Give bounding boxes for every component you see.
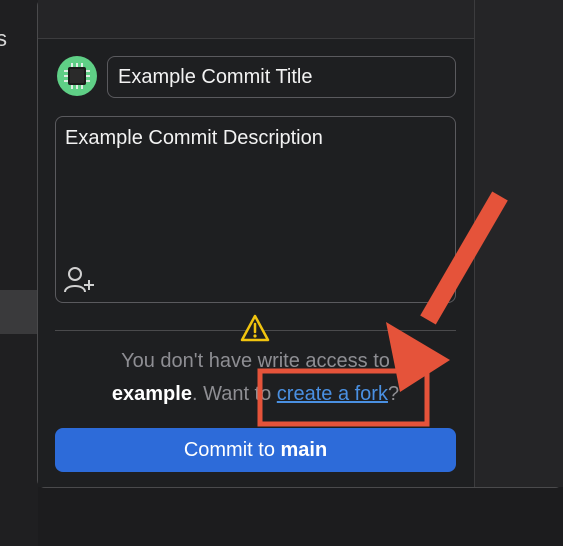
repository-name: example bbox=[111, 383, 192, 405]
fork-prompt-suffix: ? bbox=[387, 383, 400, 405]
commit-panel-side bbox=[474, 0, 563, 487]
commit-title-input[interactable]: Example Commit Title bbox=[107, 56, 456, 98]
commit-panel-header bbox=[38, 0, 474, 39]
create-fork-link[interactable]: create a fork bbox=[277, 383, 388, 405]
commit-button-label: Commit to bbox=[183, 439, 281, 461]
chip-avatar-icon bbox=[57, 56, 97, 96]
commit-button[interactable]: Commit to main bbox=[55, 428, 456, 472]
commit-button-branch: main bbox=[280, 439, 328, 461]
fork-prompt: example. Want to create a fork? bbox=[55, 383, 456, 406]
write-access-notice: You don't have write access to bbox=[121, 350, 390, 372]
background-left-pane bbox=[0, 0, 38, 546]
background-selected-row bbox=[0, 290, 38, 334]
background-left-text: s bbox=[0, 26, 7, 51]
fork-prompt-text: . Want to bbox=[191, 383, 277, 405]
commit-description-textarea[interactable]: Example Commit Description bbox=[55, 116, 456, 303]
add-coauthor-icon[interactable] bbox=[63, 266, 97, 294]
warning-triangle-icon bbox=[240, 314, 270, 342]
